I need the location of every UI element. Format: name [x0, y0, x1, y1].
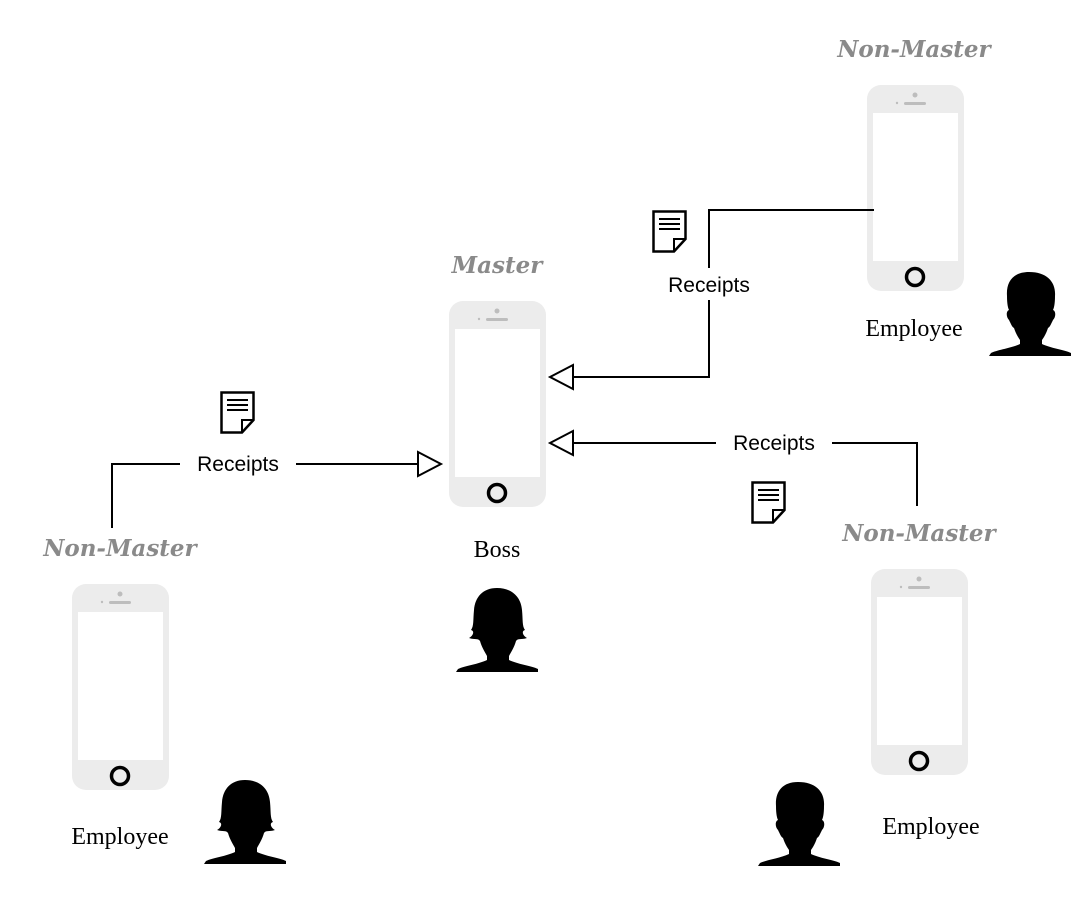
connection-label: Receipts	[197, 453, 279, 476]
employee-bottom-right-group: Non-Master Employee	[758, 520, 998, 866]
connection-label: Receipts	[668, 274, 750, 297]
sync-diagram: Master Boss Non-Master Employee Non-Mast…	[42, 36, 1071, 866]
connection-label: Receipts	[733, 432, 815, 455]
document-icon	[220, 391, 255, 434]
role-label-non-master: Non-Master	[42, 535, 198, 562]
boss-device-group: Master Boss	[447, 252, 548, 672]
phone-icon	[447, 299, 548, 509]
person-label-boss: Boss	[474, 537, 521, 563]
document-icon	[652, 210, 687, 253]
connector-line	[572, 300, 710, 378]
role-label-master: Master	[451, 252, 545, 279]
phone-icon	[869, 567, 970, 777]
person-label-employee: Employee	[865, 316, 962, 342]
person-label-employee: Employee	[882, 814, 979, 840]
male-avatar-icon	[758, 782, 840, 866]
document-icon	[751, 481, 786, 524]
female-avatar-icon	[456, 588, 538, 672]
connection-left: Receipts	[111, 391, 444, 528]
phone-icon	[865, 83, 966, 293]
male-avatar-icon	[989, 272, 1071, 356]
connector-line	[832, 442, 918, 506]
connector-line	[708, 209, 874, 268]
female-avatar-icon	[204, 780, 286, 864]
connector-line	[111, 463, 180, 528]
connection-bottom-right: Receipts	[547, 429, 918, 524]
role-label-non-master: Non-Master	[836, 36, 992, 63]
role-label-non-master: Non-Master	[841, 520, 997, 547]
arrowhead-icon	[547, 363, 574, 391]
connection-top-right: Receipts	[547, 209, 874, 391]
employee-left-group: Non-Master Employee	[42, 535, 286, 864]
person-label-employee: Employee	[71, 824, 168, 850]
phone-icon	[70, 582, 171, 792]
arrowhead-icon	[417, 450, 444, 478]
employee-top-right-group: Non-Master Employee	[836, 36, 1071, 356]
arrowhead-icon	[547, 429, 574, 457]
